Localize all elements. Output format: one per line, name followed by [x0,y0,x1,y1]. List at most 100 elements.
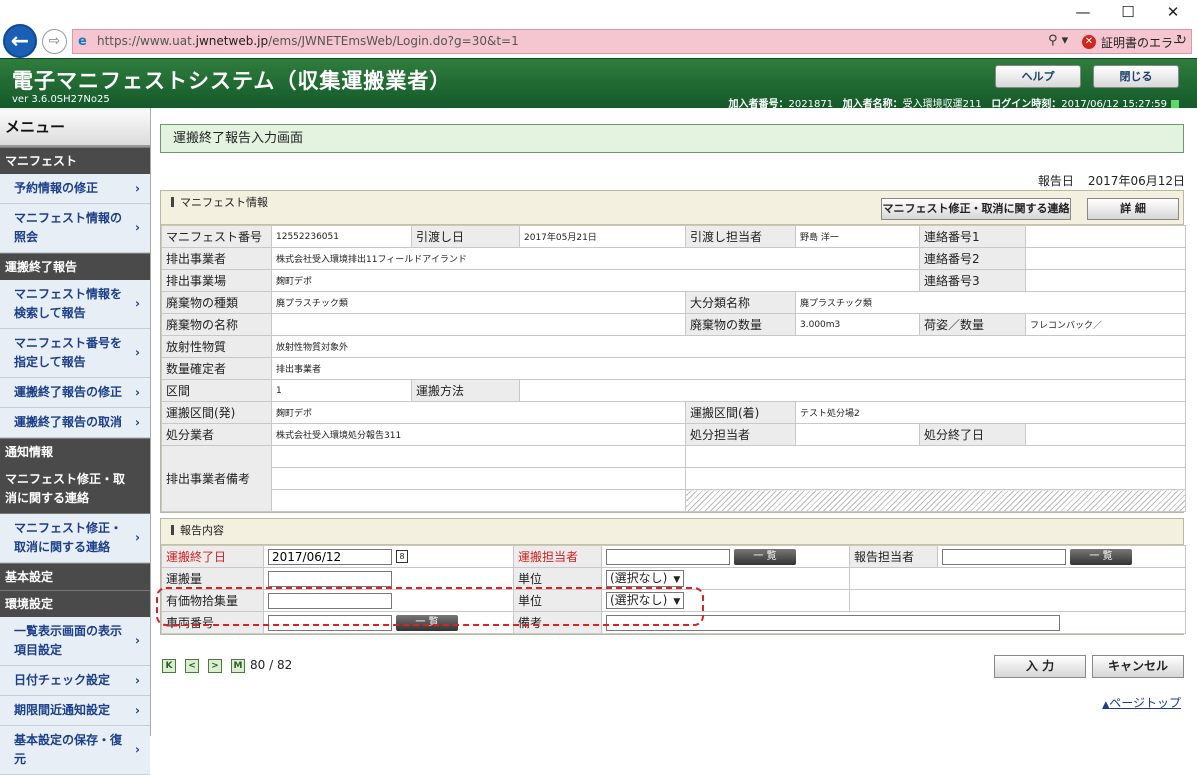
reporter-list-button[interactable]: 一 覧 [1070,548,1132,565]
maximize-icon[interactable]: ☐ [1105,2,1151,24]
manifest-contact-button[interactable]: マニフェスト修正・取消に関する連絡 [881,198,1071,220]
cancel-button[interactable]: キャンセル [1092,655,1184,678]
waste-type-value: 廃プラスチック類 [271,291,686,314]
status-indicator-icon [1171,100,1179,108]
search-icon[interactable]: ⚲ ▾ [1048,33,1068,48]
remarks-line-1 [271,445,686,468]
valuable-unit-cell: (選択なし) ▼ [601,589,850,612]
prev-page-button[interactable]: < [185,659,199,673]
cert-error-icon[interactable]: ✕ [1082,35,1096,49]
refresh-icon[interactable]: ↻ [1176,33,1187,48]
sidebar-item-manifest-inquiry[interactable]: マニフェスト情報の照会 › [0,204,150,253]
close-button[interactable]: 閉じる [1093,65,1179,88]
url-field[interactable]: e https://www.uat.jwnetweb.jp/ems/JWNETE… [72,29,1192,54]
table-row: 排出事業場 麹町デポ 連絡番号3 [161,269,1186,292]
sidebar-section-basic-settings[interactable]: 基本設定 [0,563,150,590]
url-text: https://www.uat.jwnetweb.jp/ems/JWNETEms… [97,34,519,48]
sidebar-item-report-edit[interactable]: 運搬終了報告の修正 › [0,378,150,408]
app-title: 電子マニフェストシステム（収集運搬業者） [12,69,452,93]
valuable-unit-select[interactable]: (選択なし) ▼ [606,592,685,609]
sidebar-item-date-check[interactable]: 日付チェック設定 › [0,666,150,696]
page-counter: 80 / 82 [250,658,293,672]
handover-person-label: 引渡し担当者 [685,225,796,248]
manifest-table: マニフェスト番号 12552236051 引渡し日 2017年05月21日 引渡… [161,225,1186,512]
main-content: 運搬終了報告入力画面 報告日 2017年06月12日 マニフェスト情報 マニフェス… [152,108,1197,736]
report-date: 報告日 2017年06月12日 [1037,174,1185,188]
chevron-right-icon: › [135,181,140,195]
transport-method-label: 運搬方法 [411,379,520,402]
table-row [162,489,1186,512]
close-window-icon[interactable]: ✕ [1150,2,1196,24]
category-label: 大分類名称 [685,291,796,314]
sidebar-item-list-display[interactable]: 一覧表示画面の表示項目設定 › [0,617,150,666]
table-row: 放射性物質 放射性物質対象外 [161,335,1186,358]
pin-icon [171,197,174,207]
unit-select[interactable]: (選択なし) ▼ [606,570,685,587]
page-top-link[interactable]: ▲ページトップ [1102,694,1181,711]
sidebar-item-deadline-notice[interactable]: 期限間近通知設定 › [0,696,150,726]
report-table: 運搬終了日 8 運搬担当者 一 覧 報告担当者 一 覧 運搬量 単位 (選択なし… [161,545,1186,634]
address-bar: ← ⇨ e https://www.uat.jwnetweb.jp/ems/JW… [0,24,1197,58]
vehicle-list-button[interactable]: 一 覧 [396,614,458,631]
to-value: テスト処分場2 [795,401,1186,424]
sidebar-section-transport-report: 運搬終了報告 [0,253,150,280]
menu-title: メニュー [0,110,150,147]
chevron-right-icon: › [135,530,140,545]
chevron-down-icon: ▼ [673,597,681,607]
first-page-button[interactable]: K [162,659,176,673]
qty-input[interactable] [268,570,392,587]
minimize-icon[interactable]: — [1060,2,1106,24]
sidebar-item-correction-contact[interactable]: マニフェスト修正・取消に関する連絡 › [0,514,150,563]
person-input[interactable] [606,548,730,565]
input-button[interactable]: 入 力 [994,655,1086,678]
last-page-button[interactable]: M [231,659,245,673]
handover-person-value: 野島 洋一 [795,225,920,248]
valuable-input[interactable] [268,592,392,609]
vehicle-label: 車両番号 [161,611,264,634]
note-label: 備考 [513,611,602,634]
person-list-button[interactable]: 一 覧 [734,548,796,565]
back-arrow-icon[interactable]: ← [3,24,37,58]
reporter-input[interactable] [942,548,1066,565]
unit-cell: (選択なし) ▼ [601,567,850,590]
page-title: 運搬終了報告入力画面 [160,124,1184,153]
sidebar-section-correction-contact: マニフェスト修正・取消に関する連絡 [0,465,150,514]
person-cell: 一 覧 [601,545,850,568]
qty-confirmer-value: 排出事業者 [271,357,1186,380]
table-row: 運搬区間(発) 麹町デポ 運搬区間(着) テスト処分場2 [161,401,1186,424]
end-date-label: 運搬終了日 [161,545,264,568]
calendar-icon[interactable]: 8 [396,550,408,563]
next-page-button[interactable]: > [208,659,222,673]
disposal-person-value [795,423,920,446]
section-label: 区間 [161,379,272,402]
vehicle-input[interactable] [268,614,392,631]
disposal-person-label: 処分担当者 [685,423,796,446]
disposer-value: 株式会社受入環境処分報告311 [271,423,686,446]
sidebar-item-report-cancel[interactable]: 運搬終了報告の取消 › [0,408,150,438]
sidebar-item-number-report[interactable]: マニフェスト番号を指定して報告 › [0,329,150,378]
sidebar-item-search-report[interactable]: マニフェスト情報を検索して報告 › [0,280,150,329]
detail-button[interactable]: 詳 細 [1087,198,1179,220]
disposal-end-label: 処分終了日 [919,423,1026,446]
note-input[interactable] [606,614,1060,631]
sidebar-item-settings-backup[interactable]: 基本設定の保存・復元 › [0,726,150,775]
contact2-value [1025,247,1186,270]
chevron-right-icon: › [135,703,140,717]
cert-error-label[interactable]: 証明書のエラー [1101,34,1185,51]
end-date-input[interactable] [268,548,392,565]
waste-qty-label: 廃棄物の数量 [685,313,796,336]
app-header: 電子マニフェストシステム（収集運搬業者） ver 3.6.0SH27No25 ヘ… [0,58,1197,110]
disposer-label: 処分業者 [161,423,272,446]
person-label: 運搬担当者 [513,545,602,568]
report-panel: 報告内容 運搬終了日 8 運搬担当者 一 覧 報告担当者 一 覧 運搬量 単位 … [160,518,1186,635]
table-row: 運搬量 単位 (選択なし) ▼ [161,567,1186,590]
app-version: ver 3.6.0SH27No25 [12,94,110,105]
transport-method-value [519,379,1186,402]
forward-arrow-icon[interactable]: ⇨ [42,29,67,54]
sidebar-item-reservation-edit[interactable]: 予約情報の修正 › [0,174,150,204]
manifest-panel-title: マニフェスト情報 マニフェスト修正・取消に関する連絡 詳 細 [161,191,1183,225]
qty-label: 運搬量 [161,567,264,590]
chevron-right-icon: › [135,345,140,360]
table-row: 廃棄物の種類 廃プラスチック類 大分類名称 廃プラスチック類 [161,291,1186,314]
help-button[interactable]: ヘルプ [995,65,1081,88]
